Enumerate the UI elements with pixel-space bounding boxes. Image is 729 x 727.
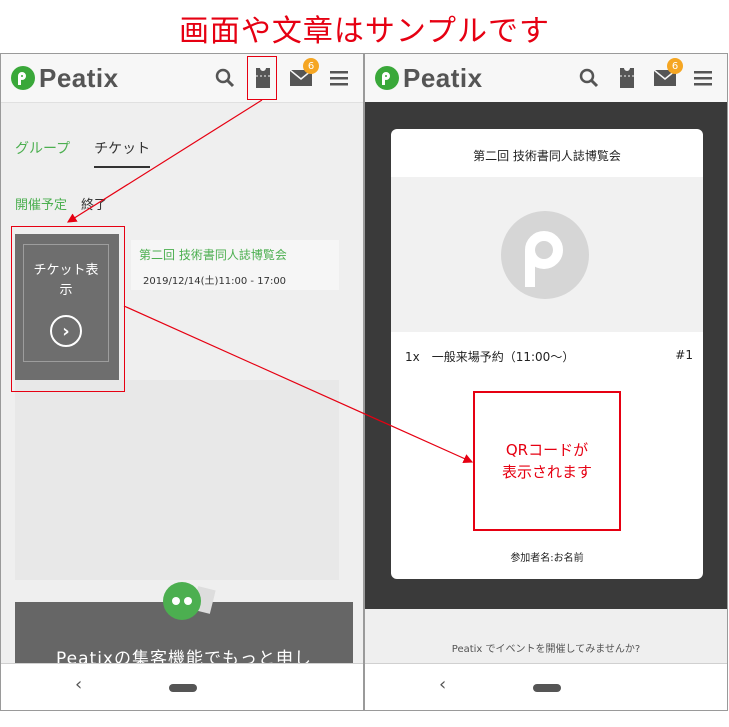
ticket-image-area <box>391 177 703 332</box>
event-list-item[interactable]: 第二回 技術書同人誌博覧会 2019/12/14(土)11:00 - 17:00 <box>131 240 339 290</box>
logo-text: Peatix <box>403 62 483 93</box>
home-button[interactable] <box>533 684 561 692</box>
tab-ended[interactable]: 終了 <box>81 194 107 213</box>
app-bar: Peatix 6 <box>1 54 363 103</box>
menu-icon[interactable] <box>327 66 351 90</box>
mail-icon[interactable]: 6 <box>289 58 319 90</box>
phone-screen-ticket-detail: Peatix 6 第二回 技術書同人誌博覧会 1x 一般来場予約（11:00〜）… <box>364 53 728 711</box>
logo-text: Peatix <box>39 62 119 93</box>
ticket-icon[interactable] <box>615 66 639 90</box>
event-title: 第二回 技術書同人誌博覧会 <box>139 248 287 262</box>
sample-caption: 画面や文章はサンプルです <box>178 14 551 49</box>
app-bar-actions: 6 <box>213 58 351 90</box>
ticket-event-title: 第二回 技術書同人誌博覧会 <box>473 149 621 163</box>
menu-icon[interactable] <box>691 66 715 90</box>
content-placeholder <box>15 380 339 580</box>
home-button[interactable] <box>169 684 197 692</box>
event-date: 2019/12/14(土)11:00 - 17:00 <box>143 276 287 287</box>
search-icon[interactable] <box>213 66 237 90</box>
peatix-watermark-icon <box>501 211 589 299</box>
back-button[interactable]: ‹ <box>439 674 446 695</box>
main-tabs: グループ チケット <box>15 138 151 168</box>
app-bar: Peatix 6 <box>365 54 727 103</box>
peatix-logo-icon <box>11 66 35 90</box>
attendee-name: 参加者名:お名前 <box>510 553 584 564</box>
message-count-badge: 6 <box>667 58 683 74</box>
back-button[interactable]: ‹ <box>75 674 82 695</box>
ticket-icon-highlight <box>247 56 277 100</box>
system-nav-bar: ‹ <box>365 663 727 710</box>
peatix-logo-icon <box>375 66 399 90</box>
ticket-detail-card: 第二回 技術書同人誌博覧会 1x 一般来場予約（11:00〜） #1 QRコード… <box>391 129 703 579</box>
phone-screen-ticket-list: Peatix 6 グループ チケット 開催予定 終了 チケット表示 › 第二回 … <box>0 53 364 711</box>
tab-ticket[interactable]: チケット <box>94 138 151 168</box>
host-event-link[interactable]: Peatix でイベントを開催してみませんか? <box>365 640 727 655</box>
qr-code-placeholder: QRコードが 表示されます <box>473 391 621 531</box>
mail-icon[interactable]: 6 <box>653 58 683 90</box>
tab-upcoming[interactable]: 開催予定 <box>15 194 67 213</box>
system-nav-bar: ‹ <box>1 663 363 710</box>
message-count-badge: 6 <box>303 58 319 74</box>
ticket-number: #1 <box>675 348 693 362</box>
tab-group[interactable]: グループ <box>15 138 70 168</box>
peatix-logo[interactable]: Peatix <box>375 62 483 93</box>
ticket-type: 1x 一般来場予約（11:00〜） <box>405 350 575 364</box>
ticket-card-highlight <box>11 226 125 392</box>
app-bar-actions: 6 <box>577 58 715 90</box>
peatix-logo[interactable]: Peatix <box>11 62 119 93</box>
search-icon[interactable] <box>577 66 601 90</box>
ticket-filter-tabs: 開催予定 終了 <box>15 194 107 213</box>
mascot-icon <box>163 582 201 620</box>
